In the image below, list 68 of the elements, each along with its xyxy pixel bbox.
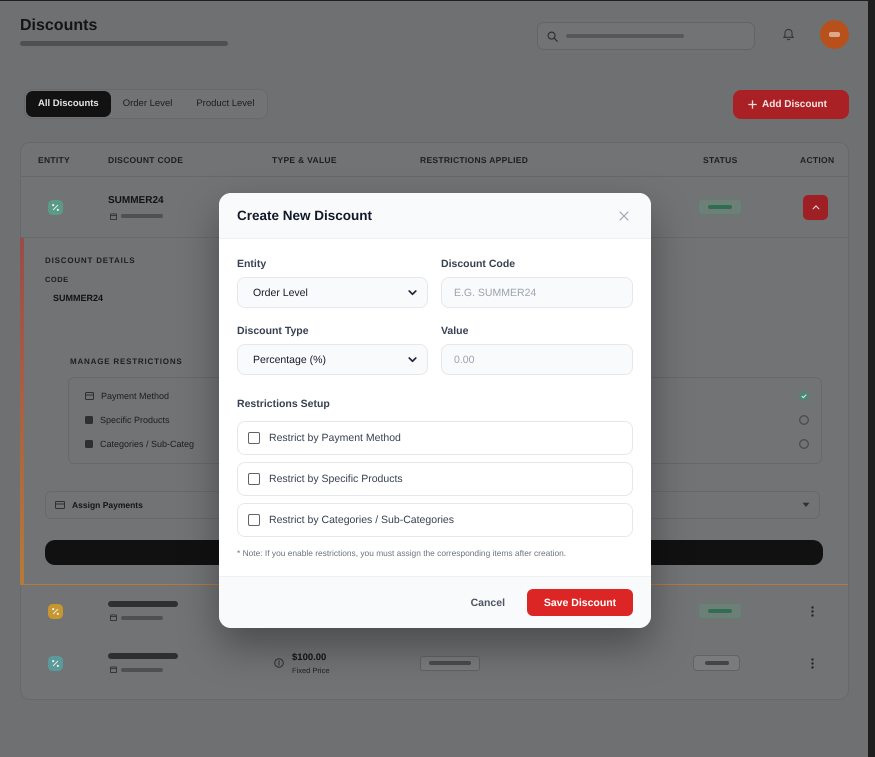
close-button[interactable] (619, 210, 629, 220)
blurred-text (121, 668, 163, 672)
discount-value: $100.00 (292, 652, 328, 662)
check-circle-icon[interactable] (799, 391, 809, 401)
add-discount-button[interactable]: Add Discount (733, 90, 849, 118)
restriction-label: Payment Method (101, 391, 170, 401)
calendar-icon (110, 666, 117, 673)
chevron-up-icon (812, 204, 820, 210)
chevron-down-icon (408, 290, 417, 296)
restriction-option[interactable]: Restrict by Categories / Sub-Categories (237, 503, 633, 537)
column-header: TYPE & VALUE (272, 154, 338, 164)
tab[interactable]: Product Level (184, 91, 266, 117)
input-field[interactable]: 0.00 (441, 344, 633, 375)
dropdown-field[interactable]: Percentage (%) (237, 344, 428, 375)
dialog-title: Create New Discount (237, 208, 372, 223)
page-title: Discounts (20, 16, 98, 36)
circle-icon[interactable] (799, 439, 809, 449)
note-text: * Note: If you enable restrictions, you must assign the corresponding items after creation. (237, 548, 568, 559)
more-icon[interactable] (811, 606, 814, 616)
calendar-icon (110, 614, 117, 621)
input-field[interactable]: E.G. SUMMER24 (441, 277, 633, 308)
bell-icon[interactable] (782, 28, 795, 40)
blurred-text (108, 601, 178, 607)
cancel-button[interactable]: Cancel (470, 596, 505, 608)
section-heading: MANAGE RESTRICTIONS (70, 357, 183, 366)
search-field[interactable] (537, 22, 755, 50)
column-header: ACTION (799, 154, 834, 164)
chevron-down-icon (408, 356, 417, 362)
restriction-option[interactable]: Restrict by Payment Method (237, 421, 633, 455)
card-icon (55, 501, 65, 509)
close-icon (619, 210, 629, 220)
restriction-option[interactable]: Restrict by Specific Products (237, 462, 633, 496)
column-header: RESTRICTIONS APPLIED (420, 154, 530, 164)
discount-code: SUMMER24 (108, 194, 165, 206)
tab[interactable]: All Discounts (26, 91, 111, 117)
field-label: Discount Code (441, 257, 516, 271)
column-header: ENTITY (38, 154, 72, 164)
field-label: Discount Type (237, 324, 309, 338)
save-discount-button[interactable]: Save Discount (527, 589, 633, 616)
coin-icon (274, 658, 284, 668)
avatar[interactable] (820, 20, 849, 48)
more-icon[interactable] (811, 658, 814, 668)
section-heading: DISCOUNT DETAILS (45, 256, 136, 265)
circle-icon[interactable] (799, 415, 809, 425)
dropdown-field[interactable]: Order Level (237, 277, 428, 308)
search-icon (547, 30, 558, 42)
blurred-text (121, 616, 163, 620)
chevron-down-icon (802, 502, 810, 508)
square-icon (85, 440, 93, 448)
column-header: DISCOUNT CODE (108, 154, 184, 164)
restriction-label: Specific Products (100, 415, 170, 425)
checkbox[interactable] (248, 514, 260, 526)
collapse-button[interactable] (803, 194, 828, 220)
restriction-label: Categories / Sub-Categ (100, 439, 194, 449)
field-label: Entity (237, 257, 266, 271)
calendar-icon (110, 212, 117, 220)
plus-icon (748, 100, 757, 108)
card-icon (85, 392, 94, 400)
checkbox[interactable] (248, 432, 260, 444)
section-heading: Restrictions Setup (237, 397, 331, 411)
checkbox[interactable] (248, 473, 260, 485)
discount-code: SUMMER24 (53, 293, 104, 303)
field-label: Value (441, 324, 468, 338)
tab[interactable]: Order Level (110, 91, 184, 117)
blurred-text (121, 214, 163, 218)
column-header: STATUS (702, 154, 739, 164)
blurred-text (108, 653, 178, 659)
square-icon (85, 416, 93, 424)
